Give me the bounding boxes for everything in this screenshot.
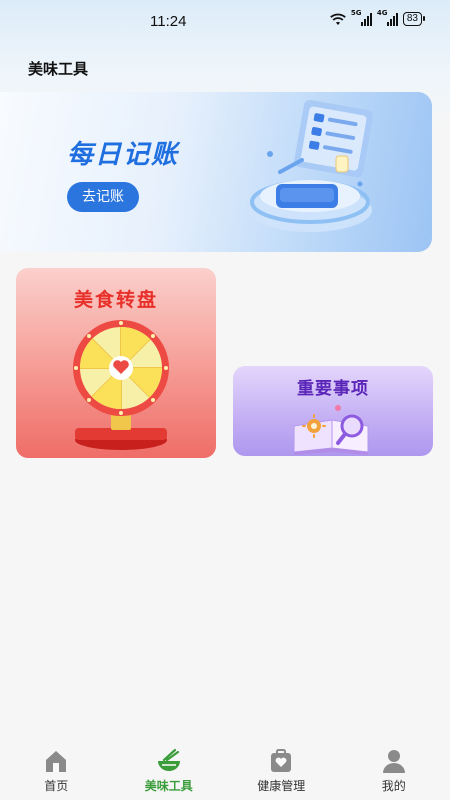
- tab-tasty-tools[interactable]: 美味工具: [113, 740, 226, 800]
- important-items-card[interactable]: 重要事项: [233, 366, 433, 456]
- tab-mine-label: 我的: [381, 779, 406, 793]
- tab-home-label: 首页: [44, 779, 69, 793]
- status-bar: 11:24 5G 4G 83: [0, 0, 450, 44]
- battery-indicator: 83: [402, 12, 426, 26]
- signal-5g-icon: 5G: [351, 9, 372, 26]
- ledger-illustration-icon: [248, 99, 374, 232]
- tab-tasty-tools-label: 美味工具: [144, 779, 193, 793]
- status-icons: 5G 4G 83: [330, 9, 426, 26]
- tab-home[interactable]: 首页: [0, 740, 113, 800]
- food-wheel-card[interactable]: 美食转盘: [16, 268, 216, 458]
- tab-health-label: 健康管理: [257, 779, 306, 793]
- ledger-card-title: 每日记账: [67, 140, 180, 170]
- book-magnifier-icon: [293, 405, 369, 455]
- wifi-icon: [330, 13, 346, 25]
- signal-4g-icon: 4G: [377, 9, 398, 26]
- wheel-card-title: 美食转盘: [73, 289, 158, 311]
- person-icon: [382, 750, 405, 773]
- prize-wheel-icon: [73, 320, 169, 450]
- bottom-tab-bar: 首页 美味工具 健康管理 我的: [0, 740, 450, 800]
- go-ledger-button[interactable]: 去记账: [67, 182, 139, 212]
- home-icon: [46, 751, 67, 772]
- status-time: 11:24: [150, 13, 187, 30]
- bowl-icon: [157, 748, 180, 771]
- daily-ledger-card[interactable]: 每日记账 去记账: [0, 92, 432, 252]
- page-title: 美味工具: [28, 60, 89, 78]
- heart-bag-icon: [271, 749, 292, 772]
- tab-mine[interactable]: 我的: [338, 740, 450, 800]
- tab-health[interactable]: 健康管理: [225, 740, 338, 800]
